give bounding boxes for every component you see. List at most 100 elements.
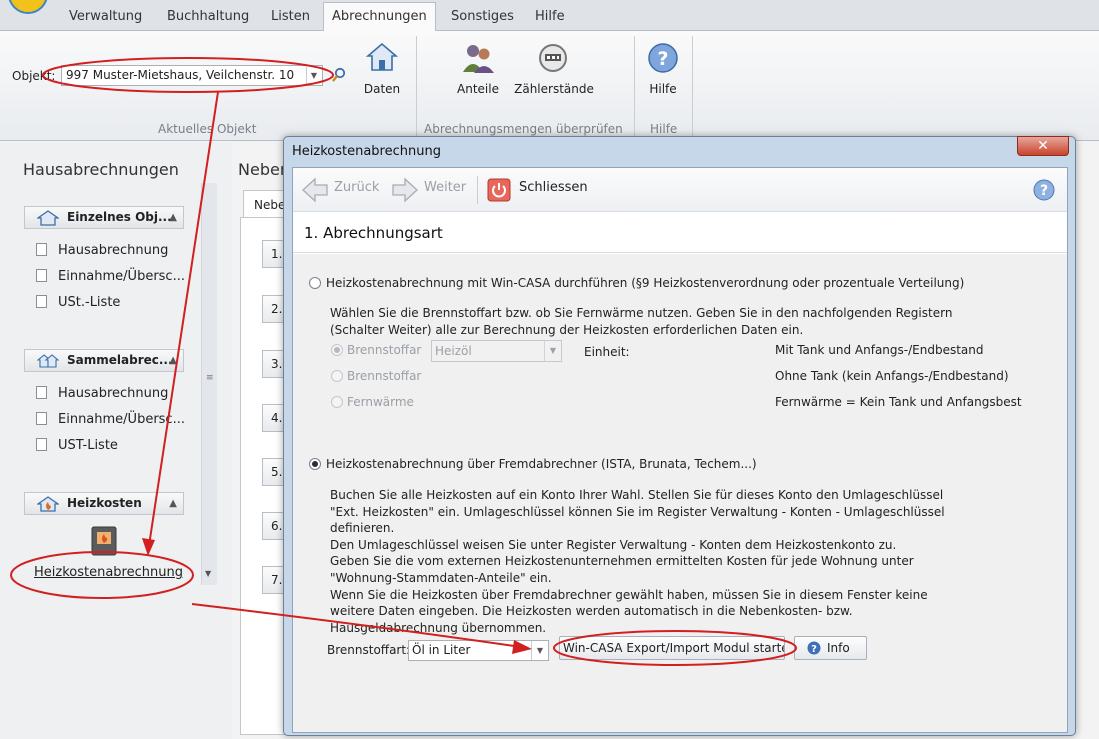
radio-brennstoff-mit-tank[interactable]: Brennstoffar bbox=[331, 343, 421, 357]
radio-option-wincasa[interactable]: Heizkostenabrechnung mit Win-CASA durchf… bbox=[309, 276, 964, 290]
radio-fernwaerme[interactable]: Fernwärme bbox=[331, 395, 414, 409]
dialog-close-button[interactable]: ✕ bbox=[1017, 136, 1069, 156]
fuel-type-select-disabled[interactable]: Heizöl ▼ bbox=[431, 340, 562, 362]
svg-text:?: ? bbox=[1040, 183, 1048, 199]
left-panel-title: Hausabrechnungen bbox=[23, 160, 179, 179]
arrow-right-icon bbox=[392, 177, 418, 203]
houses-icon bbox=[37, 354, 59, 368]
object-combobox-value: 997 Muster-Mietshaus, Veilchenstr. 10 bbox=[66, 68, 295, 82]
document-icon bbox=[36, 412, 47, 425]
search-icon[interactable] bbox=[331, 67, 347, 83]
radio-button[interactable] bbox=[309, 277, 321, 289]
meter-icon[interactable] bbox=[537, 42, 569, 74]
tab-listen[interactable]: Listen bbox=[263, 3, 318, 31]
toolbar-separator bbox=[477, 176, 478, 204]
chevron-up-icon[interactable]: ▲ bbox=[169, 350, 177, 371]
close-icon: ✕ bbox=[1037, 138, 1049, 154]
schliessen-button[interactable]: Schliessen bbox=[519, 180, 588, 195]
radio-button[interactable] bbox=[331, 370, 343, 382]
chevron-down-icon[interactable]: ▼ bbox=[531, 641, 548, 660]
section-header-einzelnes-objekt[interactable]: Einzelnes Obj... ▲ bbox=[24, 206, 184, 229]
content-tab[interactable]: Nebe bbox=[243, 190, 288, 218]
note-ohne-tank: Ohne Tank (kein Anfangs-/Endbestand) bbox=[775, 369, 1009, 383]
house-icon bbox=[37, 210, 59, 226]
chevron-down-icon: ▼ bbox=[544, 341, 561, 361]
info-button-label: Info bbox=[827, 641, 850, 655]
people-icon[interactable] bbox=[461, 42, 495, 74]
group-label-hilfe: Hilfe bbox=[650, 122, 678, 136]
radio-option-label: Heizkostenabrechnung über Fremdabrechner… bbox=[326, 457, 757, 471]
info-button[interactable]: ? Info bbox=[794, 636, 867, 660]
export-import-module-button[interactable]: Win-CASA Export/Import Modul starten bbox=[559, 636, 785, 660]
section-header-sammelabrechnung[interactable]: Sammelabrec... ▲ bbox=[24, 349, 184, 372]
nav-item-ust-liste-sammel[interactable]: UST-Liste bbox=[36, 438, 118, 456]
radio-brennstoff-ohne-tank[interactable]: Brennstoffar bbox=[331, 369, 421, 383]
heater-icon[interactable] bbox=[91, 526, 117, 556]
section-header-label: Sammelabrec... bbox=[67, 353, 173, 367]
radio-button[interactable] bbox=[331, 396, 343, 408]
option1-description: Wählen Sie die Brennstoffart bzw. ob Sie… bbox=[330, 306, 953, 337]
radio-option-label: Heizkostenabrechnung mit Win-CASA durchf… bbox=[326, 276, 965, 290]
document-icon bbox=[36, 243, 47, 256]
nav-item-label: USt.-Liste bbox=[58, 295, 121, 310]
house-fire-icon bbox=[37, 496, 59, 512]
tab-verwaltung[interactable]: Verwaltung bbox=[61, 3, 150, 31]
group-label-abrechnungsmengen: Abrechnungsmengen überprüfen bbox=[424, 122, 623, 136]
nav-item-ust-liste[interactable]: USt.-Liste bbox=[36, 295, 120, 313]
document-icon bbox=[36, 269, 47, 282]
nav-item-heizkostenabrechnung[interactable]: Heizkostenabrechnung bbox=[34, 565, 183, 583]
nav-item-einnahme-ueberschuss[interactable]: Einnahme/Übersc... bbox=[36, 269, 185, 287]
section-header-label: Einzelnes Obj... bbox=[67, 210, 172, 224]
ribbon-group-divider bbox=[692, 36, 693, 136]
left-panel-scrollbar[interactable]: ≡ ▼ bbox=[201, 183, 217, 585]
hilfe-button[interactable]: Hilfe bbox=[643, 82, 683, 96]
fuel-type-value: Heizöl bbox=[435, 344, 472, 358]
group-label-aktuelles-objekt: Aktuelles Objekt bbox=[158, 122, 257, 136]
help-icon[interactable]: ? bbox=[1033, 179, 1055, 201]
nav-item-label: Einnahme/Übersc... bbox=[58, 269, 185, 284]
anteile-button[interactable]: Anteile bbox=[452, 82, 504, 96]
note-mit-tank: Mit Tank und Anfangs-/Endbestand bbox=[775, 343, 984, 357]
radio-button[interactable] bbox=[309, 458, 321, 470]
daten-button[interactable]: Daten bbox=[362, 82, 402, 96]
section-header-heizkosten[interactable]: Heizkosten ▲ bbox=[24, 492, 184, 515]
fuel-type-label: Brennstoffart: bbox=[327, 643, 411, 657]
help-icon[interactable]: ? bbox=[647, 42, 679, 74]
tab-abrechnungen[interactable]: Abrechnungen bbox=[323, 2, 436, 32]
document-icon bbox=[36, 295, 47, 308]
zaehlerstaende-button[interactable]: Zählerstände bbox=[510, 82, 598, 96]
fuel-type-select[interactable]: Öl in Liter ▼ bbox=[408, 640, 549, 661]
tab-buchhaltung[interactable]: Buchhaltung bbox=[159, 3, 257, 31]
step-title: 1. Abrechnungsart bbox=[304, 224, 443, 242]
document-icon bbox=[36, 386, 47, 399]
nav-item-label: Hausabrechnung bbox=[58, 243, 169, 258]
nav-item-hausabrechnung-sammel[interactable]: Hausabrechnung bbox=[36, 386, 168, 404]
house-icon[interactable] bbox=[366, 42, 398, 72]
chevron-down-icon[interactable]: ▼ bbox=[306, 67, 321, 84]
ribbon-group-divider bbox=[416, 36, 417, 136]
radio-option-label: Fernwärme bbox=[347, 395, 414, 409]
object-combobox[interactable]: 997 Muster-Mietshaus, Veilchenstr. 10 ▼ bbox=[61, 65, 323, 86]
svg-text:?: ? bbox=[811, 644, 817, 655]
dialog-title: Heizkostenabrechnung bbox=[292, 144, 441, 159]
tab-hilfe[interactable]: Hilfe bbox=[527, 3, 573, 31]
chevron-up-icon[interactable]: ▲ bbox=[169, 493, 177, 514]
note-fernwaerme: Fernwärme = Kein Tank und Anfangsbest bbox=[775, 395, 1022, 409]
fuel-type-value: Öl in Liter bbox=[412, 643, 471, 657]
nav-item-label: Einnahme/Übersc... bbox=[58, 412, 185, 427]
tab-sonstiges[interactable]: Sonstiges bbox=[443, 3, 522, 31]
radio-option-label: Brennstoffar bbox=[347, 369, 422, 383]
radio-option-label: Brennstoffar bbox=[347, 343, 422, 357]
power-icon bbox=[487, 178, 511, 202]
nav-item-hausabrechnung[interactable]: Hausabrechnung bbox=[36, 243, 168, 261]
radio-button[interactable] bbox=[331, 344, 343, 356]
back-button[interactable]: Zurück bbox=[334, 180, 379, 195]
nav-item-label: Hausabrechnung bbox=[58, 386, 169, 401]
chevron-down-icon[interactable]: ▼ bbox=[205, 569, 211, 578]
unit-label: Einheit: bbox=[584, 345, 630, 359]
chevron-up-icon[interactable]: ▲ bbox=[169, 207, 177, 228]
next-button[interactable]: Weiter bbox=[424, 180, 466, 195]
arrow-left-icon bbox=[302, 177, 328, 203]
nav-item-einnahme-ueberschuss-sammel[interactable]: Einnahme/Übersc... bbox=[36, 412, 185, 430]
radio-option-fremdabrechner[interactable]: Heizkostenabrechnung über Fremdabrechner… bbox=[309, 457, 757, 471]
